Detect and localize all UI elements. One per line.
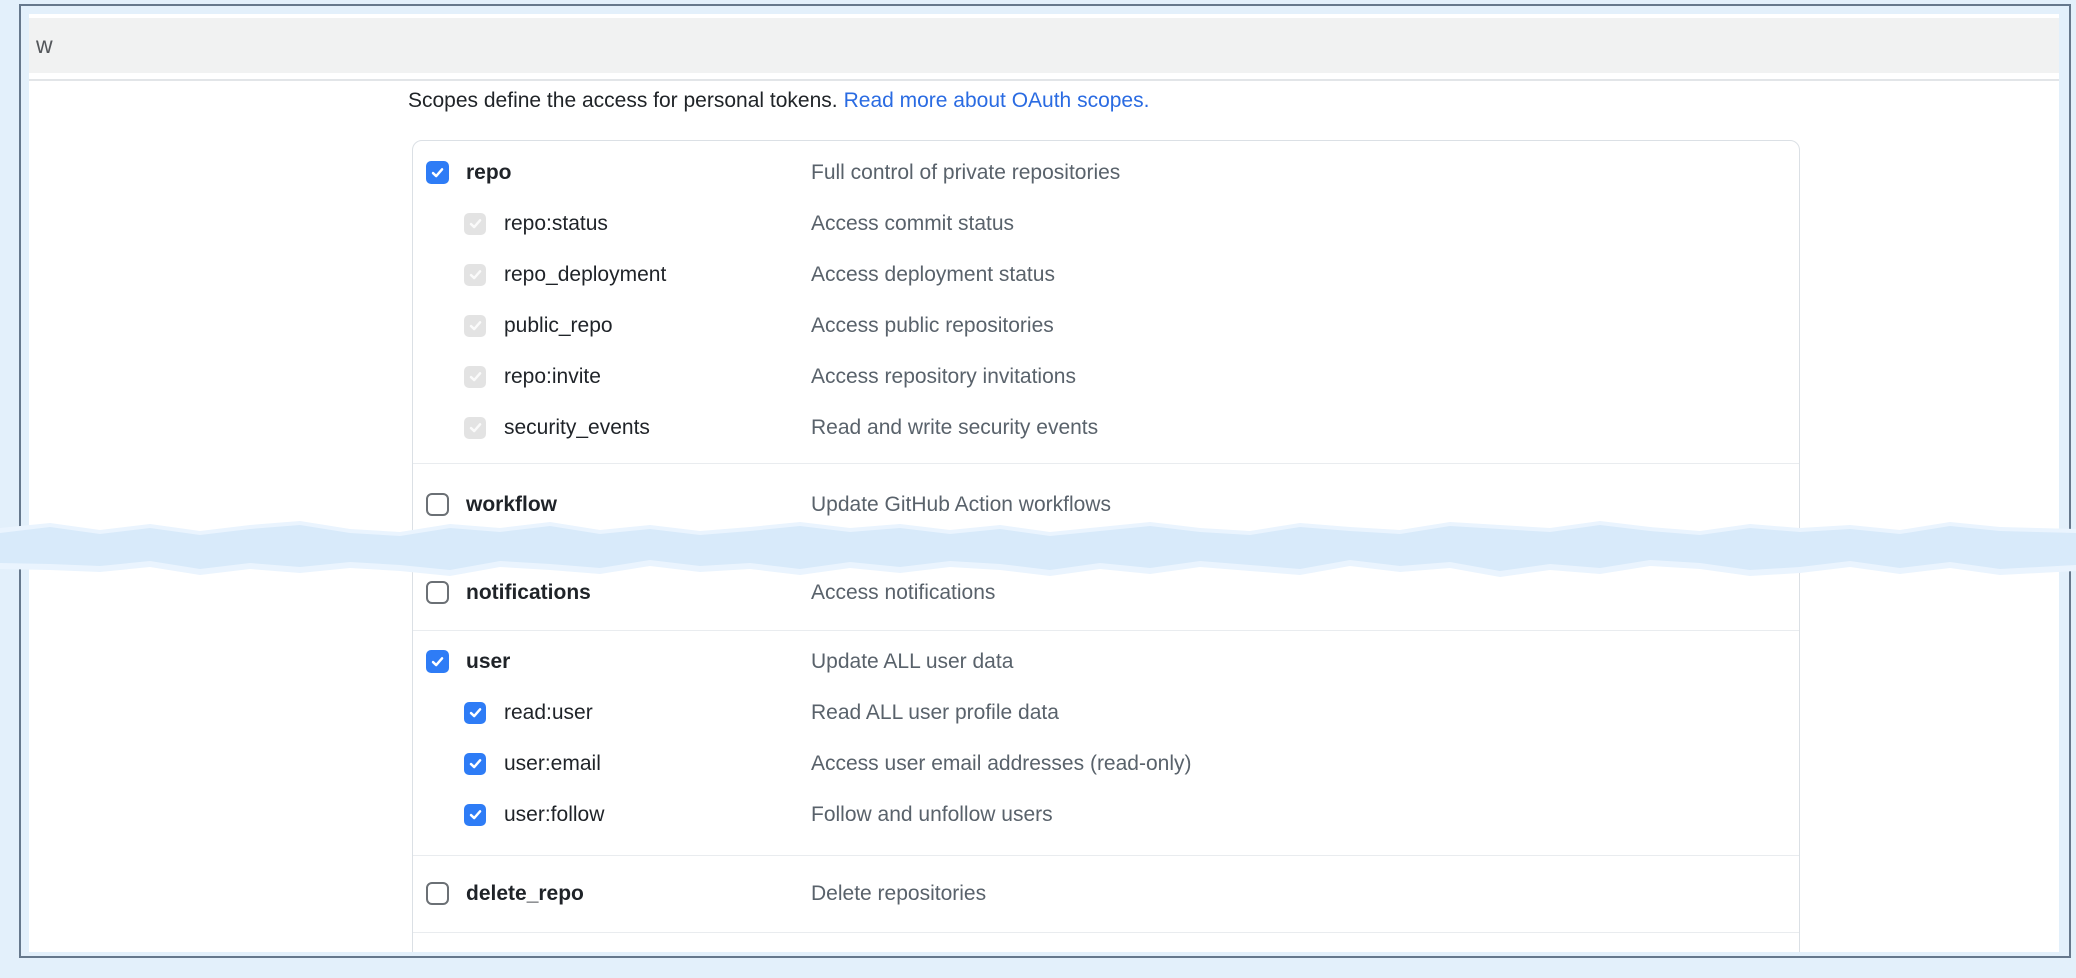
scope-label-repo-invite: repo:invite [504, 365, 601, 389]
scope-description: Read and write security events [811, 416, 1098, 440]
scope-row: security_events Read and write security e… [413, 402, 1799, 453]
scope-row: user:email Access user email addresses (r… [413, 738, 1799, 789]
checkbox-repo-invite [464, 366, 486, 388]
scope-row: repo_deployment Access deployment status [413, 249, 1799, 300]
scopes-list: repo Full control of private repositories… [412, 140, 1800, 952]
scope-row: repo:status Access commit status [413, 198, 1799, 249]
scope-description: Delete repositories [811, 882, 986, 906]
scope-group-user: user Update ALL user data read:user Read AL… [413, 631, 1799, 856]
scope-row: read:user Read ALL user profile data [413, 687, 1799, 738]
scope-label-repo[interactable]: repo [466, 161, 512, 185]
scope-row: delete_repo Delete repositories [413, 868, 1799, 919]
checkbox-read-user[interactable] [464, 702, 486, 724]
scope-description: Update GitHub Action workflows [811, 493, 1111, 517]
scope-row: notifications Access notifications [413, 567, 1799, 618]
screenshot-root: w Scopes define the access for personal … [0, 0, 2076, 978]
header-label: w [29, 18, 2059, 73]
checkbox-public_repo [464, 315, 486, 337]
scope-row: workflow Update GitHub Action workflows [413, 479, 1799, 530]
scope-row: user Update ALL user data [413, 636, 1799, 687]
checkbox-workflow[interactable] [426, 493, 449, 516]
scope-group-delete_repo: delete_repo Delete repositories [413, 856, 1799, 933]
checkbox-notifications[interactable] [426, 581, 449, 604]
scope-label-read-user[interactable]: read:user [504, 701, 593, 725]
scope-row: user:follow Follow and unfollow users [413, 789, 1799, 840]
checkbox-user-follow[interactable] [464, 804, 486, 826]
checkbox-user[interactable] [426, 650, 449, 673]
scope-group-repo: repo Full control of private repositories… [413, 141, 1799, 464]
checkbox-repo[interactable] [426, 161, 449, 184]
scope-row: public_repo Access public repositories [413, 300, 1799, 351]
scope-group-notifications: notifications Access notifications [413, 547, 1799, 631]
scope-row: repo Full control of private repositories [413, 147, 1799, 198]
scope-description: Access repository invitations [811, 365, 1076, 389]
scope-group-workflow: workflow Update GitHub Action workflows [413, 464, 1799, 547]
checkbox-repo-status [464, 213, 486, 235]
scope-description: Access notifications [811, 581, 995, 605]
scope-description: Full control of private repositories [811, 161, 1120, 185]
intro-text: Scopes define the access for personal to… [408, 89, 838, 112]
scope-label-user-follow[interactable]: user:follow [504, 803, 604, 827]
scope-label-user[interactable]: user [466, 650, 510, 674]
scope-description: Read ALL user profile data [811, 701, 1059, 725]
scope-label-repo-status: repo:status [504, 212, 608, 236]
checkbox-security_events [464, 417, 486, 439]
checkbox-user-email[interactable] [464, 753, 486, 775]
scope-label-delete_repo[interactable]: delete_repo [466, 882, 584, 906]
scope-label-workflow[interactable]: workflow [466, 493, 557, 517]
scope-label-repo_deployment: repo_deployment [504, 263, 666, 287]
scope-description: Access public repositories [811, 314, 1054, 338]
page-header-bar: w [29, 18, 2059, 73]
scope-label-public_repo: public_repo [504, 314, 613, 338]
scopes-intro: Scopes define the access for personal to… [408, 86, 1149, 116]
scope-label-notifications[interactable]: notifications [466, 581, 591, 605]
checkbox-delete_repo[interactable] [426, 882, 449, 905]
scope-description: Access deployment status [811, 263, 1055, 287]
scope-description: Access user email addresses (read-only) [811, 752, 1191, 776]
scope-description: Access commit status [811, 212, 1014, 236]
scope-label-user-email[interactable]: user:email [504, 752, 601, 776]
token-scopes-page: w Scopes define the access for personal … [29, 14, 2059, 952]
oauth-scopes-link[interactable]: Read more about OAuth scopes. [844, 89, 1150, 112]
scope-label-security_events: security_events [504, 416, 650, 440]
scope-description: Follow and unfollow users [811, 803, 1053, 827]
scope-row: repo:invite Access repository invitations [413, 351, 1799, 402]
checkbox-repo_deployment [464, 264, 486, 286]
header-divider [29, 79, 2059, 81]
scope-description: Update ALL user data [811, 650, 1013, 674]
